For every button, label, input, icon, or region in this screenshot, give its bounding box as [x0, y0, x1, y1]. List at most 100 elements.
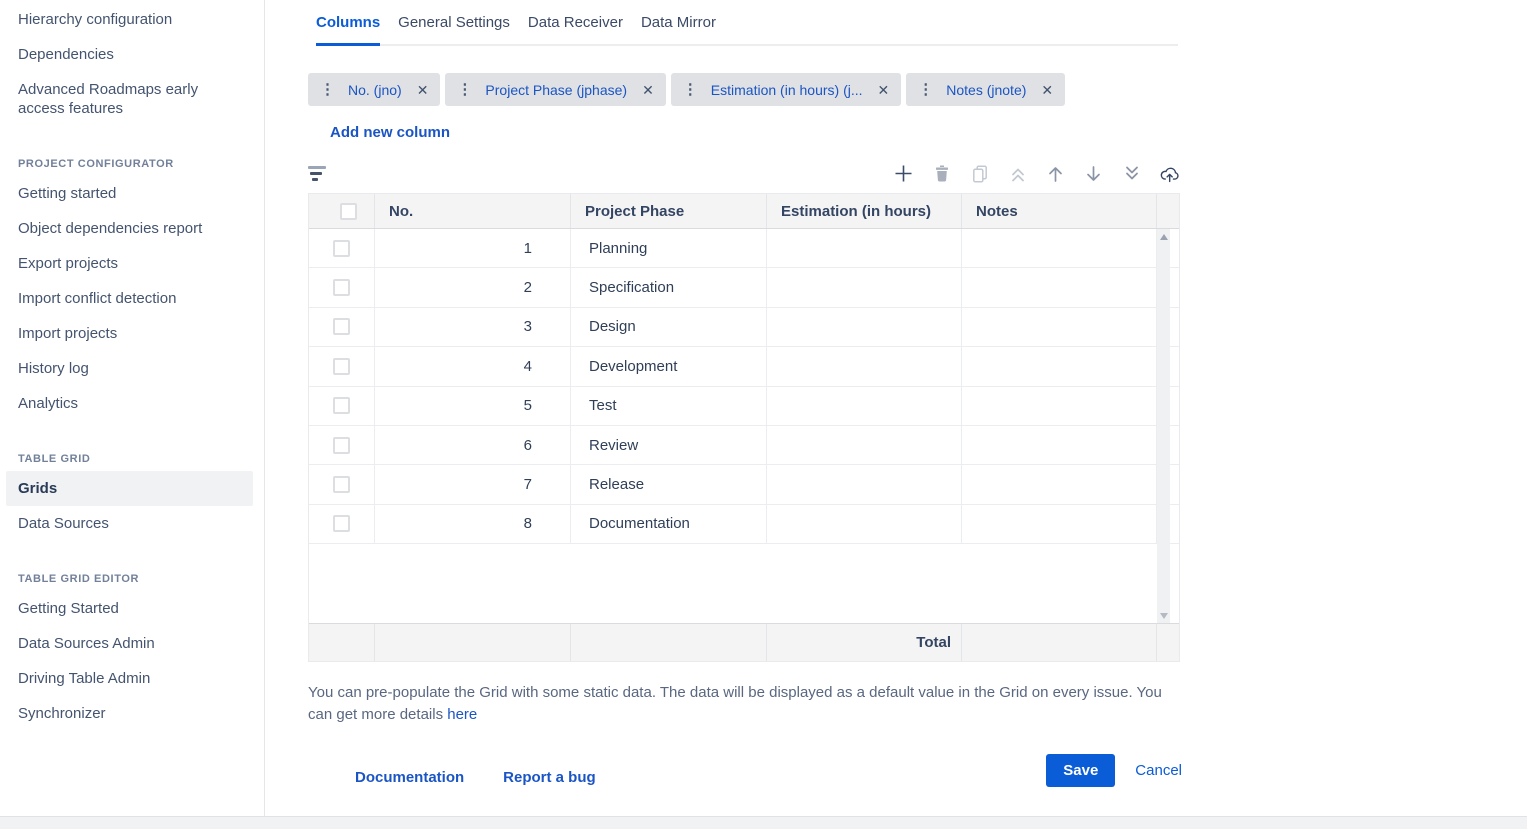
row-checkbox[interactable]: [333, 240, 350, 257]
cell-estimation[interactable]: [767, 426, 962, 464]
cell-notes[interactable]: [962, 426, 1157, 464]
report-a-bug-link[interactable]: Report a bug: [503, 769, 596, 786]
tab-bar: Columns General Settings Data Receiver Data…: [316, 10, 1178, 46]
drag-handle-icon[interactable]: ⋮: [683, 82, 698, 97]
details-here-link[interactable]: here: [447, 706, 477, 723]
column-header-notes: Notes: [962, 194, 1157, 228]
cell-project-phase[interactable]: Design: [571, 308, 767, 346]
cell-no[interactable]: 3: [375, 308, 571, 346]
column-chip[interactable]: ⋮No. (jno)✕: [308, 73, 440, 106]
cell-estimation[interactable]: [767, 268, 962, 306]
row-checkbox[interactable]: [333, 397, 350, 414]
sidebar-item-synchronizer[interactable]: Synchronizer: [6, 696, 253, 731]
sidebar-item-import-projects[interactable]: Import projects: [6, 316, 253, 351]
drag-handle-icon[interactable]: ⋮: [918, 82, 933, 97]
grid-footer-row: Total: [309, 623, 1179, 661]
upload-csv-icon[interactable]: [1159, 163, 1180, 184]
remove-column-icon[interactable]: ✕: [878, 83, 890, 97]
scroll-down-icon[interactable]: [1157, 608, 1170, 623]
column-chips: ⋮No. (jno)✕⋮Project Phase (jphase)✕⋮Esti…: [308, 73, 1527, 106]
cell-project-phase[interactable]: Planning: [571, 229, 767, 267]
cell-no[interactable]: 4: [375, 347, 571, 385]
grid-scrollbar[interactable]: [1157, 229, 1170, 623]
cell-no[interactable]: 7: [375, 465, 571, 503]
row-checkbox[interactable]: [333, 476, 350, 493]
cell-estimation[interactable]: [767, 465, 962, 503]
row-checkbox[interactable]: [333, 437, 350, 454]
sidebar-item-hierarchy-configuration[interactable]: Hierarchy configuration: [6, 2, 253, 37]
column-chip[interactable]: ⋮Notes (jnote)✕: [906, 73, 1065, 106]
remove-column-icon[interactable]: ✕: [1041, 83, 1053, 97]
sidebar-item-driving-table-admin[interactable]: Driving Table Admin: [6, 661, 253, 696]
cell-notes[interactable]: [962, 347, 1157, 385]
remove-column-icon[interactable]: ✕: [417, 83, 429, 97]
cell-no[interactable]: 1: [375, 229, 571, 267]
sidebar-item-import-conflict-detection[interactable]: Import conflict detection: [6, 281, 253, 316]
tab-data-mirror[interactable]: Data Mirror: [641, 10, 716, 46]
move-top-icon[interactable]: [1007, 163, 1028, 184]
cell-notes[interactable]: [962, 229, 1157, 267]
filter-icon[interactable]: [308, 164, 326, 183]
sidebar-item-getting-started[interactable]: Getting Started: [6, 591, 253, 626]
delete-row-icon[interactable]: [931, 163, 952, 184]
drag-handle-icon[interactable]: ⋮: [320, 82, 335, 97]
sidebar-item-export-projects[interactable]: Export projects: [6, 246, 253, 281]
sidebar-item-object-dependencies-report[interactable]: Object dependencies report: [6, 211, 253, 246]
row-checkbox[interactable]: [333, 515, 350, 532]
sidebar: Hierarchy configurationDependenciesAdvan…: [0, 0, 265, 816]
cell-project-phase[interactable]: Documentation: [571, 505, 767, 543]
cell-project-phase[interactable]: Review: [571, 426, 767, 464]
sidebar-item-data-sources[interactable]: Data Sources: [6, 506, 253, 541]
row-checkbox[interactable]: [333, 358, 350, 375]
footer-cell-empty: [375, 624, 571, 661]
cell-notes[interactable]: [962, 268, 1157, 306]
sidebar-item-getting-started[interactable]: Getting started: [6, 176, 253, 211]
cell-estimation[interactable]: [767, 229, 962, 267]
cell-no[interactable]: 6: [375, 426, 571, 464]
tab-data-receiver[interactable]: Data Receiver: [528, 10, 623, 46]
cell-notes[interactable]: [962, 308, 1157, 346]
cell-no[interactable]: 2: [375, 268, 571, 306]
move-up-icon[interactable]: [1045, 163, 1066, 184]
drag-handle-icon[interactable]: ⋮: [457, 82, 472, 97]
scroll-up-icon[interactable]: [1157, 229, 1170, 244]
footer-cell-empty: [571, 624, 767, 661]
remove-column-icon[interactable]: ✕: [642, 83, 654, 97]
copy-row-icon[interactable]: [969, 163, 990, 184]
row-checkbox-cell: [309, 229, 375, 267]
cell-no[interactable]: 5: [375, 387, 571, 425]
sidebar-item-grids[interactable]: Grids: [6, 471, 253, 506]
cell-project-phase[interactable]: Development: [571, 347, 767, 385]
column-chip[interactable]: ⋮Project Phase (jphase)✕: [445, 73, 665, 106]
move-down-icon[interactable]: [1083, 163, 1104, 184]
save-button[interactable]: Save: [1046, 754, 1115, 787]
sidebar-item-dependencies[interactable]: Dependencies: [6, 37, 253, 72]
cell-notes[interactable]: [962, 465, 1157, 503]
move-bottom-icon[interactable]: [1121, 163, 1142, 184]
row-checkbox[interactable]: [333, 279, 350, 296]
cell-estimation[interactable]: [767, 347, 962, 385]
tab-general-settings[interactable]: General Settings: [398, 10, 510, 46]
cell-project-phase[interactable]: Specification: [571, 268, 767, 306]
sidebar-item-analytics[interactable]: Analytics: [6, 386, 253, 421]
sidebar-item-data-sources-admin[interactable]: Data Sources Admin: [6, 626, 253, 661]
footer-cell-empty: [1157, 624, 1179, 661]
cell-estimation[interactable]: [767, 387, 962, 425]
add-row-icon[interactable]: [893, 163, 914, 184]
cell-notes[interactable]: [962, 387, 1157, 425]
sidebar-item-history-log[interactable]: History log: [6, 351, 253, 386]
documentation-link[interactable]: Documentation: [355, 769, 464, 786]
cell-no[interactable]: 8: [375, 505, 571, 543]
cell-notes[interactable]: [962, 505, 1157, 543]
cancel-button[interactable]: Cancel: [1135, 762, 1182, 779]
cell-estimation[interactable]: [767, 308, 962, 346]
cell-project-phase[interactable]: Test: [571, 387, 767, 425]
row-checkbox[interactable]: [333, 318, 350, 335]
cell-project-phase[interactable]: Release: [571, 465, 767, 503]
cell-estimation[interactable]: [767, 505, 962, 543]
sidebar-item-advanced-roadmaps-early-access-features[interactable]: Advanced Roadmaps early access features: [6, 72, 253, 126]
column-chip[interactable]: ⋮Estimation (in hours) (j...✕: [671, 73, 901, 106]
tab-columns[interactable]: Columns: [316, 10, 380, 46]
add-new-column-link[interactable]: Add new column: [330, 124, 450, 141]
select-all-checkbox[interactable]: [340, 203, 357, 220]
